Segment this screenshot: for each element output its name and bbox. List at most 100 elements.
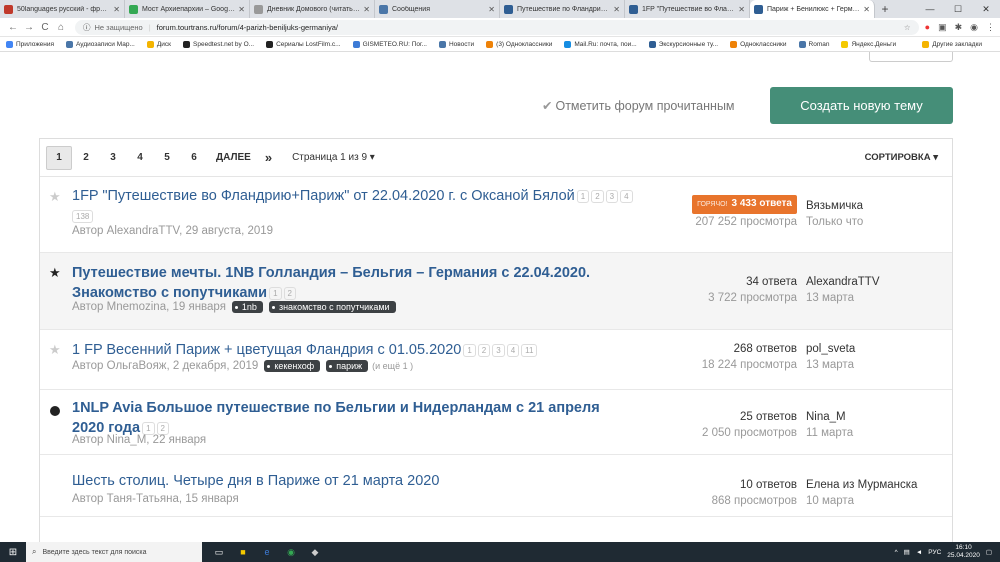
last-post-time[interactable]: 10 марта	[806, 493, 917, 509]
page-last-link[interactable]: »	[265, 150, 272, 165]
topic-page-link[interactable]: 3	[605, 189, 619, 203]
bookmark-item[interactable]: (3) Одноклассники	[486, 40, 552, 48]
browser-tab[interactable]: 1FP "Путешествие во Фландр ✕	[625, 0, 750, 18]
reload-button[interactable]: C	[37, 22, 53, 33]
last-post-user[interactable]: Елена из Мурманска	[806, 477, 917, 493]
new-tab-button[interactable]: +	[875, 0, 895, 18]
puzzle-icon[interactable]: ✱	[955, 22, 963, 33]
last-post-time[interactable]: Только что	[806, 214, 863, 230]
page-link-6[interactable]: 6	[181, 146, 207, 170]
extension-icon[interactable]: ●	[925, 22, 930, 32]
topic-page-link[interactable]: 4	[620, 189, 633, 203]
volume-icon[interactable]: ◄	[916, 549, 922, 556]
star-icon[interactable]: ★	[49, 342, 61, 358]
page-jump-dropdown[interactable]: Страница 1 из 9 ▾	[292, 152, 375, 163]
tab-close-icon[interactable]: ✕	[363, 5, 370, 14]
taskbar-search[interactable]: ⌕ Введите здесь текст для поиска	[26, 542, 202, 562]
bookmark-item[interactable]: Сериалы LostFilm.c...	[266, 40, 341, 48]
mark-read-link[interactable]: ✔ Отметить форум прочитанным	[542, 98, 735, 113]
last-post-user[interactable]: AlexandraTTV	[806, 274, 880, 290]
follow-box[interactable]	[869, 52, 953, 62]
menu-dots-icon[interactable]: ⋮	[986, 22, 995, 33]
last-post-time[interactable]: 13 марта	[806, 357, 855, 373]
app-icon[interactable]: ◆	[306, 544, 324, 560]
tab-close-icon[interactable]: ✕	[488, 5, 495, 14]
close-window-button[interactable]: ✕	[972, 4, 1000, 15]
tag-link[interactable]: 1nb	[231, 301, 263, 313]
language-indicator[interactable]: РУС	[928, 549, 941, 556]
last-post-user[interactable]: pol_sveta	[806, 341, 855, 357]
topic-page-link[interactable]: 2	[591, 189, 604, 203]
bookmark-star-icon[interactable]: ☆	[904, 23, 911, 32]
tag-link[interactable]: кекенхоф	[264, 360, 321, 372]
topic-page-link[interactable]: 4	[506, 343, 520, 357]
address-bar[interactable]: ⓘ Не защищено | forum.tourtrans.ru/forum…	[75, 19, 919, 35]
bookmark-other[interactable]: Другие закладки	[922, 40, 982, 48]
topic-page-link[interactable]: 1	[142, 421, 155, 435]
task-view-icon[interactable]: ▭	[210, 544, 228, 560]
topic-page-link[interactable]: 1	[463, 343, 476, 357]
bookmark-item[interactable]: Яндекс.Деньги	[841, 40, 896, 48]
bookmark-item[interactable]: Приложения	[6, 40, 54, 48]
avatar-icon[interactable]: ◉	[970, 22, 978, 33]
browser-tab[interactable]: Дневник Домового (читать онл ✕	[250, 0, 375, 18]
notifications-icon[interactable]: ▢	[986, 548, 992, 556]
page-link-3[interactable]: 3	[100, 146, 126, 170]
chrome-icon[interactable]: ◉	[282, 544, 300, 560]
start-button[interactable]: ⊞	[0, 542, 26, 562]
tag-link[interactable]: париж	[326, 360, 369, 372]
tag-link[interactable]: знакомство с попутчиками	[268, 301, 396, 313]
star-icon[interactable]: ★	[49, 265, 61, 281]
browser-tab[interactable]: 50languages русский - французс✕	[0, 0, 125, 18]
edge-icon[interactable]: e	[258, 544, 276, 560]
create-topic-button[interactable]: Создать новую тему	[770, 87, 953, 124]
topic-page-link[interactable]: 3	[492, 343, 505, 357]
bookmark-item[interactable]: Roman	[798, 40, 829, 48]
tab-close-icon[interactable]: ✕	[113, 5, 120, 14]
bookmark-item[interactable]: Диск	[146, 40, 171, 48]
bookmark-item[interactable]: Mail.Ru: почта, пои...	[564, 40, 637, 48]
file-explorer-icon[interactable]: ■	[234, 544, 252, 560]
tab-close-icon[interactable]: ✕	[238, 5, 245, 14]
extension-icon[interactable]: ▣	[938, 22, 947, 33]
network-icon[interactable]: ▤	[904, 548, 910, 556]
tab-close-icon[interactable]: ✕	[613, 5, 620, 14]
page-link-5[interactable]: 5	[154, 146, 180, 170]
forward-button[interactable]: →	[21, 22, 37, 33]
back-button[interactable]: ←	[5, 22, 21, 33]
topic-page-link[interactable]: 2	[477, 343, 491, 357]
topic-page-link[interactable]: 1	[576, 189, 590, 203]
page-next-link[interactable]: ДАЛЕЕ	[216, 152, 251, 163]
last-post-time[interactable]: 11 марта	[806, 425, 853, 441]
tray-chevron-icon[interactable]: ^	[895, 549, 898, 556]
browser-tab[interactable]: Путешествие по Фландрию + П ✕	[500, 0, 625, 18]
topic-page-link[interactable]: 2	[283, 286, 296, 300]
home-button[interactable]: ⌂	[53, 22, 69, 33]
clock[interactable]: 16:10 25.04.2020	[947, 544, 980, 560]
page-link-2[interactable]: 2	[73, 146, 99, 170]
more-tags-link[interactable]: (и ещё 1 )	[372, 361, 413, 371]
bookmark-item[interactable]: Экскурсионные ту...	[648, 40, 718, 48]
last-post-user[interactable]: Вязьмичка	[806, 198, 863, 214]
topic-title-link[interactable]: 1 FP Весенний Париж + цветущая Фландрия …	[72, 340, 538, 360]
sort-dropdown[interactable]: СОРТИРОВКА ▾	[865, 152, 938, 163]
bookmark-item[interactable]: Новости	[438, 40, 474, 48]
minimize-button[interactable]: —	[916, 4, 944, 14]
topic-title-link[interactable]: Путешествие мечты. 1NB Голландия – Бельг…	[72, 263, 612, 303]
topic-title-link[interactable]: Шесть столиц. Четыре дня в Париже от 21 …	[72, 471, 439, 491]
page-link-1[interactable]: 1	[46, 145, 72, 170]
bookmark-item[interactable]: Speedtest.net by O...	[183, 40, 254, 48]
topic-title-link[interactable]: 1NLP Avia Большое путешествие по Бельгии…	[72, 398, 612, 438]
tab-close-icon[interactable]: ✕	[863, 5, 870, 14]
page-link-4[interactable]: 4	[127, 146, 153, 170]
browser-tab[interactable]: Сообщения ✕	[375, 0, 500, 18]
topic-title-link[interactable]: 1FP "Путешествие во Фландрию+Париж" от 2…	[72, 186, 662, 226]
topic-page-link[interactable]: 138	[72, 209, 94, 223]
tab-close-icon[interactable]: ✕	[738, 5, 745, 14]
star-icon[interactable]: ★	[49, 189, 61, 205]
maximize-button[interactable]: ☐	[944, 4, 972, 15]
browser-tab[interactable]: Париж + Бенилюкс + Германи ✕	[750, 0, 875, 18]
bookmark-item[interactable]: Одноклассники	[730, 40, 787, 48]
topic-page-link[interactable]: 1	[269, 286, 282, 300]
topic-page-link[interactable]: 11	[521, 343, 538, 357]
